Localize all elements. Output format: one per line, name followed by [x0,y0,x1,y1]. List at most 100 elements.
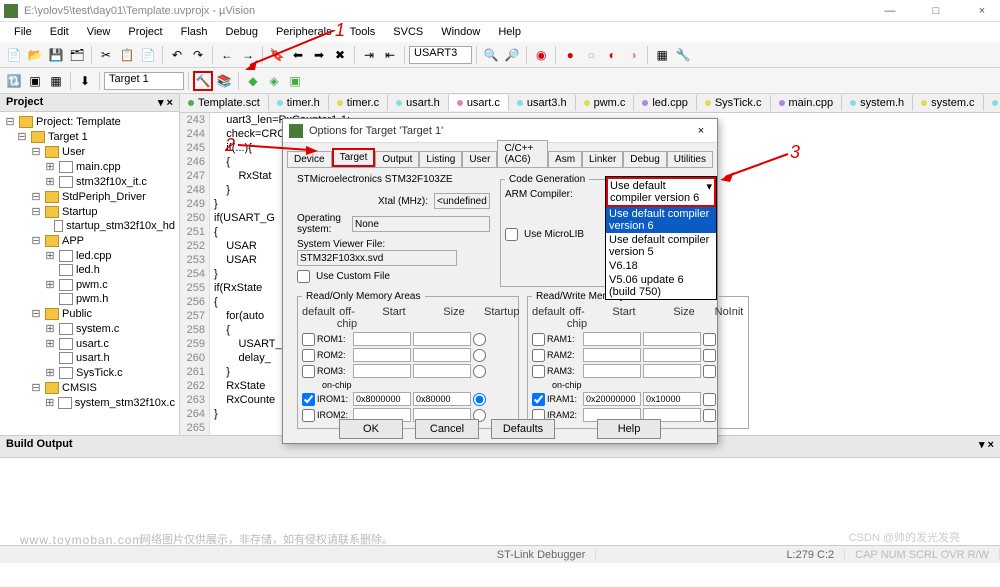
tree-item[interactable]: ⊞SysTick.c [2,365,177,380]
file-tab[interactable]: system.h [842,95,913,111]
tree-item[interactable]: ⊟Public [2,306,177,321]
mem-size-input[interactable] [413,332,471,346]
bp2-icon[interactable]: ○ [581,45,601,65]
mem-default-checkbox[interactable] [302,365,315,378]
translate-icon[interactable]: 🔃 [4,71,24,91]
bookmark-clear-icon[interactable]: ✖ [330,45,350,65]
save-icon[interactable]: 💾 [46,45,66,65]
compiler-dropdown[interactable]: Use default compiler version 6 ▾ Use defa… [605,176,717,300]
mem-default-checkbox[interactable] [302,333,315,346]
copy-icon[interactable]: 📋 [117,45,137,65]
compiler-option[interactable]: Use default compiler version 5 [606,233,716,259]
mem-size-input[interactable] [643,348,701,362]
menu-edit[interactable]: Edit [42,24,77,40]
nav-fwd-icon[interactable]: → [238,45,258,65]
options-icon[interactable]: 🔨 [193,71,213,91]
mem-size-input[interactable] [413,348,471,362]
tree-item[interactable]: pwm.h [2,292,177,306]
dialog-tab-asm[interactable]: Asm [548,151,582,167]
target-select[interactable]: Target 1 [104,72,184,90]
menu-help[interactable]: Help [490,24,529,40]
bookmark-next-icon[interactable]: ➡ [309,45,329,65]
mem-start-input[interactable] [583,364,641,378]
find-icon[interactable]: 🔍 [481,45,501,65]
tree-item[interactable]: ⊟APP [2,233,177,248]
tree-item[interactable]: startup_stm32f10x_hd [2,219,177,233]
bookmark-icon[interactable]: 🔖 [267,45,287,65]
file-tab[interactable]: Template.sct [180,95,269,111]
pack3-icon[interactable]: ▣ [285,71,305,91]
mem-default-checkbox[interactable] [532,333,545,346]
pack2-icon[interactable]: ◈ [264,71,284,91]
menu-svcs[interactable]: SVCS [385,24,431,40]
debug-icon[interactable]: ◉ [531,45,551,65]
outdent-icon[interactable]: ⇤ [380,45,400,65]
dialog-tab-output[interactable]: Output [375,151,419,167]
pack-icon[interactable]: ◆ [243,71,263,91]
xtal-input[interactable] [434,193,490,209]
saveall-icon[interactable]: 🗂 [67,45,87,65]
panel-close-icon[interactable]: ▾ × [979,438,994,455]
mem-default-checkbox[interactable] [302,409,315,422]
menu-project[interactable]: Project [120,24,170,40]
dialog-tab-listing[interactable]: Listing [419,151,462,167]
mem-start-input[interactable] [353,348,411,362]
menu-flash[interactable]: Flash [173,24,216,40]
config-icon[interactable]: 🔧 [673,45,693,65]
compiler-option[interactable]: Use default compiler version 6 [606,207,716,233]
redo-icon[interactable]: ↷ [188,45,208,65]
file-tab[interactable]: system.c [913,95,983,111]
tree-item[interactable]: ⊞system_stm32f10x.c [2,395,177,410]
tree-item[interactable]: ⊟User [2,144,177,159]
file-tab[interactable]: pwm.c [576,95,635,111]
file-tab[interactable]: usart3.h [509,95,576,111]
mem-default-checkbox[interactable] [302,349,315,362]
mem-start-input[interactable] [353,364,411,378]
tree-item[interactable]: ⊞led.cpp [2,248,177,263]
custom-file-checkbox[interactable] [297,270,310,283]
menu-peripherals[interactable]: Peripherals [268,24,340,40]
bookmark-prev-icon[interactable]: ⬅ [288,45,308,65]
open-icon[interactable]: 📂 [25,45,45,65]
undo-icon[interactable]: ↶ [167,45,187,65]
menu-debug[interactable]: Debug [218,24,266,40]
window-icon[interactable]: ▦ [652,45,672,65]
menu-tools[interactable]: Tools [342,24,384,40]
minimize-button[interactable]: — [876,5,904,17]
dialog-tab-ccac[interactable]: C/C++ (AC6) [497,140,548,167]
mem-start-input[interactable] [353,332,411,346]
mem-opt-input[interactable] [703,349,716,362]
dialog-tab-target[interactable]: Target [332,148,376,167]
tree-item[interactable]: ⊞pwm.c [2,277,177,292]
usart-select[interactable]: USART3 [409,46,472,64]
mem-opt-input[interactable] [703,409,716,422]
tree-item[interactable]: ⊞usart.c [2,336,177,351]
bp-icon[interactable]: ● [560,45,580,65]
indent-icon[interactable]: ⇥ [359,45,379,65]
tree-item[interactable]: ⊞main.cpp [2,159,177,174]
file-tab[interactable]: SysTick.c [697,95,771,111]
dialog-tab-user[interactable]: User [462,151,497,167]
tree-item[interactable]: ⊞stm32f10x_it.c [2,174,177,189]
load-icon[interactable]: ⬇ [75,71,95,91]
mem-default-checkbox[interactable] [532,349,545,362]
mem-opt-input[interactable] [473,333,486,346]
build-icon[interactable]: ▣ [25,71,45,91]
dropdown-arrow-icon[interactable]: ▾ [706,180,712,204]
tree-item[interactable]: usart.h [2,351,177,365]
mem-default-checkbox[interactable] [302,393,315,406]
mem-size-input[interactable] [643,364,701,378]
cancel-button[interactable]: Cancel [415,419,479,439]
tree-item[interactable]: ⊟CMSIS [2,380,177,395]
mem-opt-input[interactable] [473,349,486,362]
menu-view[interactable]: View [79,24,119,40]
mem-start-input[interactable] [583,348,641,362]
file-tab[interactable]: timer.h [269,95,329,111]
menu-window[interactable]: Window [433,24,488,40]
file-tab[interactable]: SysTick.h [984,95,1000,111]
dialog-tab-debug[interactable]: Debug [623,151,666,167]
mem-opt-input[interactable] [473,393,486,406]
dialog-close-button[interactable]: × [691,125,711,137]
mem-size-input[interactable] [643,332,701,346]
file-tab[interactable]: timer.c [329,95,388,111]
